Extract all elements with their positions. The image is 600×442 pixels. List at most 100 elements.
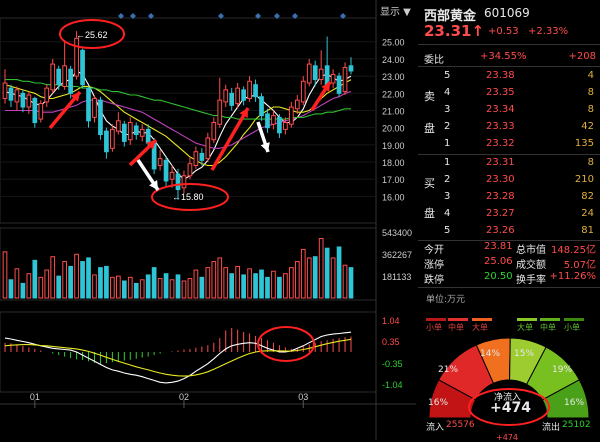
buy-order-row[interactable]: 4 23.27 24 [418,208,600,223]
volume-bar-down [312,256,318,299]
candle-up [288,106,294,125]
candle-up [205,137,211,160]
level: 4 [444,208,451,219]
outflow-label: 流出 [542,423,561,433]
stock-code: 601069 [484,6,530,20]
order-price: 23.34 [486,104,515,115]
candle-up [306,63,312,84]
volume-tick-label: 181133 [382,272,411,282]
legend-bar [426,318,446,321]
volume-bar-up [169,279,175,299]
volume-bar-up [217,257,223,299]
sell-order-row[interactable]: 3 23.34 8 [418,104,600,119]
volume-bar-up [157,278,163,299]
legend-mid-out: 中单 [540,323,556,332]
volume-bar-down [8,279,14,299]
candle-up [92,97,97,118]
candle-up [247,80,252,99]
order-volume: 135 [574,138,594,149]
volume-bar-up [14,268,20,299]
sell-order-row[interactable]: 2 23.33 42 [418,121,600,136]
legend-large-out: 大单 [517,323,533,332]
time-tick-label: 03 [298,392,308,402]
price-change: +0.53 [488,26,519,37]
legend-bar [517,318,537,321]
order-volume: 210 [574,174,594,185]
level: 5 [444,70,451,81]
quote-panel: 西部黄金 601069 23.31↑ +0.53 +2.33% 委比 +34.5… [418,0,600,442]
price-tick-label: 23.00 [382,72,405,82]
price-tick-label: 19.00 [382,141,405,151]
macd-tick-label: -1.04 [382,380,403,390]
divider [418,66,600,67]
candle-down [86,87,91,122]
stat-label: 总市值 [516,245,546,256]
candle-down [133,125,139,136]
volume-bar-down [348,267,354,299]
volume-bar-up [187,278,193,299]
candle-up [14,89,20,103]
kline-chart-svg[interactable]: 25.00 24.00 23.00 22.00 21.00 20.00 19.00 18.00… [0,0,416,440]
volume-bar-up [38,276,44,299]
candle-up [294,99,300,110]
volume-bar-up [235,265,241,299]
volume-bar-down [133,282,139,299]
candle-down [336,75,342,94]
buy-order-row[interactable]: 1 23.31 8 [418,157,600,172]
sell-order-row[interactable]: 1 23.32 135 [418,138,600,153]
sell-order-row[interactable]: 5 23.38 4 [418,70,600,85]
order-volume: 4 [587,70,594,81]
buy-order-row[interactable]: 3 23.28 82 [418,191,600,206]
candle-up [38,103,44,120]
candle-down [145,128,151,144]
inflow-value: 25576 [446,420,475,430]
legend-mid-in: 中单 [448,323,464,332]
volume-bar-up [211,261,217,299]
volume-bar-down [68,265,73,299]
price-tick-label: 25.00 [382,38,405,48]
net-inflow-bottom: +474 [496,433,518,442]
volume-bar-up [74,253,79,299]
candle-up [169,171,175,180]
volume-bar-down [145,274,151,299]
level: 3 [444,191,451,202]
order-price: 23.26 [486,225,515,236]
price-tick-label: 21.00 [382,106,405,116]
volume-bar-down [229,273,235,299]
candle-down [80,49,85,86]
macd-tick-label: -0.35 [382,359,403,369]
time-tick-label: 01 [30,392,40,402]
buy-order-row[interactable]: 2 23.30 210 [418,174,600,189]
legend-bar [564,318,584,321]
legend-large-in: 大单 [472,323,488,332]
candle-up [62,65,68,87]
order-price: 23.35 [486,87,515,98]
display-menu-button[interactable]: 显示 ▼ [380,3,411,18]
candle-up [271,115,276,125]
order-volume: 8 [587,104,594,115]
volume-bar-up [50,256,56,299]
legend-small-in: 小单 [426,323,442,332]
gauge-pct-4: 15% [514,349,535,359]
low-annotation-label: ←15.80 [172,192,204,202]
macd-panel-frame [0,311,377,393]
volume-bar-up [181,280,187,299]
candle-up [139,128,145,137]
legend-bar [472,318,492,321]
sell-order-row[interactable]: 4 23.35 8 [418,87,600,102]
kline-chart-area[interactable]: 25.00 24.00 23.00 22.00 21.00 20.00 19.00 18.00… [0,0,416,440]
volume-tick-label: 543400 [382,228,412,238]
candle-down [259,96,264,117]
volume-bar-up [294,261,300,299]
volume-bar-down [277,276,282,299]
candle-up [157,158,163,166]
macd-dea-line [4,338,352,377]
volume-bar-up [26,273,32,299]
buy-order-row[interactable]: 5 23.26 81 [418,225,600,240]
price-tick-label: 22.00 [382,89,405,99]
stat-value: 148.25亿 [551,245,596,256]
candle-down [312,65,318,81]
volume-bar-down [32,259,38,299]
divider [418,287,600,288]
order-price: 23.31 [486,157,515,168]
